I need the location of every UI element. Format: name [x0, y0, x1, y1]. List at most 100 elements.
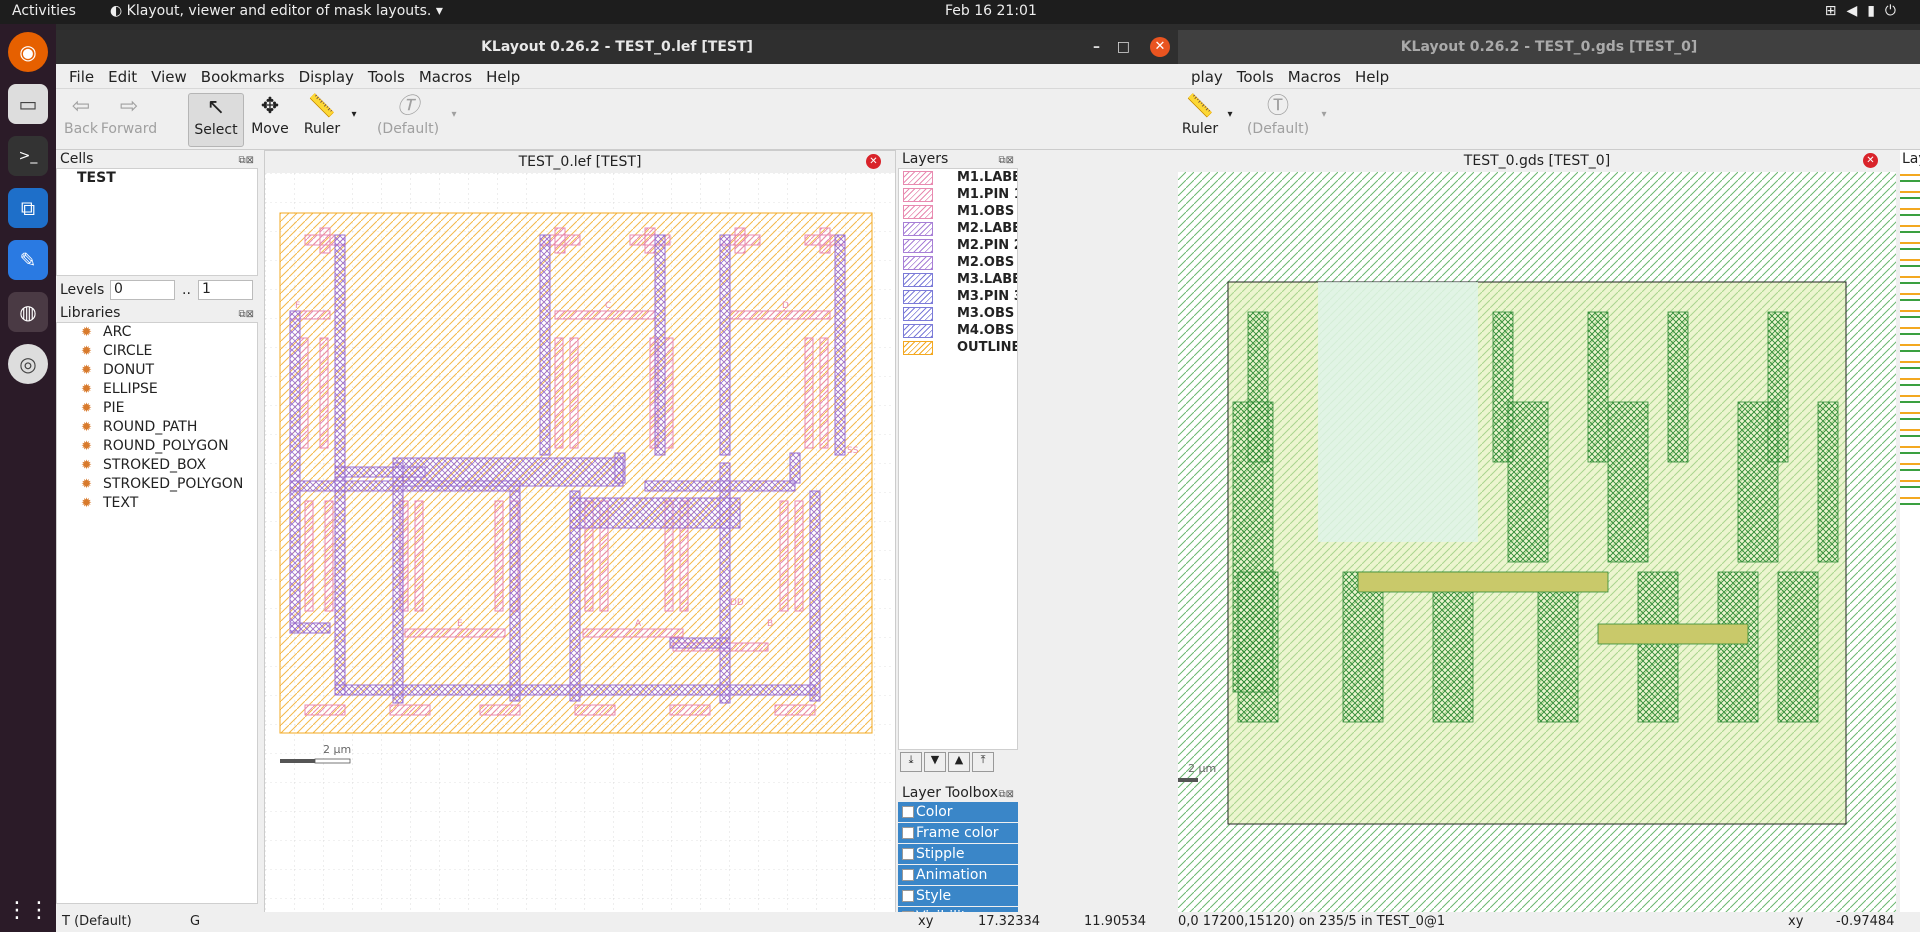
menu-tools[interactable]: Tools: [361, 64, 412, 88]
library-item[interactable]: ✹ STROKED_POLYGON: [57, 475, 257, 494]
library-item[interactable]: ✹ TEXT: [57, 494, 257, 513]
select-label: Select: [194, 122, 238, 138]
window-titlebar[interactable]: KLayout 0.26.2 - TEST_0.lef [TEST] – □ ✕: [56, 30, 1178, 64]
window-titlebar[interactable]: KLayout 0.26.2 - TEST_0.gds [TEST_0]: [1178, 30, 1920, 64]
menu-display-partial[interactable]: play: [1184, 64, 1230, 88]
library-item[interactable]: ✹ PIE: [57, 399, 257, 418]
disc-icon[interactable]: ◎: [8, 344, 48, 384]
close-tab-icon[interactable]: ✕: [1863, 153, 1878, 168]
toolbox-frame-color[interactable]: Frame color: [898, 823, 1018, 843]
layer-row[interactable]: M4.OBS 4/3: [899, 322, 1017, 339]
status-grid: G: [190, 914, 201, 929]
text-editor-icon[interactable]: ✎: [8, 240, 48, 280]
text-default-button[interactable]: Ⓣ (Default): [370, 93, 446, 145]
move-up-icon[interactable]: ▲: [948, 752, 970, 772]
layer-row[interactable]: M3.PIN 3/2: [899, 288, 1017, 305]
levels-to-spinbox[interactable]: 1: [198, 280, 253, 300]
library-item[interactable]: ✹ DONUT: [57, 361, 257, 380]
library-item-label: ARC: [103, 324, 132, 340]
label-f: F: [295, 301, 300, 311]
layout-view[interactable]: TEST_0.gds [TEST_0] ✕ 2 µm: [1178, 150, 1896, 914]
layer-row[interactable]: M1.LABEL ...: [899, 169, 1017, 186]
layer-swatches-partial: [1900, 168, 1920, 508]
vscode-icon[interactable]: ⧉: [8, 188, 48, 228]
library-item[interactable]: ✹ ARC: [57, 323, 257, 342]
layer-name: M3.LABEL ...: [957, 272, 1017, 287]
library-item[interactable]: ✹ CIRCLE: [57, 342, 257, 361]
view-tab[interactable]: TEST_0.gds [TEST_0] ✕: [1178, 150, 1896, 172]
layer-row[interactable]: M3.OBS 3/3: [899, 305, 1017, 322]
library-item[interactable]: ✹ STROKED_BOX: [57, 456, 257, 475]
menu-help[interactable]: Help: [479, 64, 527, 88]
library-item[interactable]: ✹ ROUND_PATH: [57, 418, 257, 437]
move-down-icon[interactable]: ▼: [924, 752, 946, 772]
ruler-button[interactable]: 📏 Ruler: [1178, 93, 1222, 145]
layer-row[interactable]: M2.OBS 2/3: [899, 254, 1017, 271]
clock[interactable]: Feb 16 21:01: [945, 3, 1037, 19]
show-apps-icon[interactable]: ⋮⋮: [6, 890, 50, 930]
menu-view[interactable]: View: [144, 64, 194, 88]
gear-icon: ✹: [81, 382, 92, 397]
app-menu[interactable]: ◐ Klayout, viewer and editor of mask lay…: [110, 3, 443, 19]
layer-row[interactable]: M2.LABEL ...: [899, 220, 1017, 237]
toolbox-animation[interactable]: Animation: [898, 865, 1018, 885]
layout-canvas[interactable]: 2 µm: [1178, 172, 1896, 912]
panel-float-close-icon[interactable]: ⧉⊠: [238, 152, 254, 170]
layer-name: M2.PIN 2/2: [957, 238, 1017, 253]
layer-row[interactable]: M2.PIN 2/2: [899, 237, 1017, 254]
layer-row[interactable]: M3.LABEL ...: [899, 271, 1017, 288]
maximize-icon[interactable]: □: [1117, 30, 1130, 64]
library-item[interactable]: ✹ ELLIPSE: [57, 380, 257, 399]
menu-edit[interactable]: Edit: [101, 64, 144, 88]
panel-float-close-icon[interactable]: ⧉⊠: [238, 306, 254, 324]
move-bottom-icon[interactable]: ⤓: [900, 752, 922, 772]
layout-view[interactable]: TEST_0.lef [TEST] ✕ F C D SS DD E A B 2 …: [264, 150, 896, 916]
cell-item-test[interactable]: TEST: [57, 169, 257, 187]
toolbox-color[interactable]: Color: [898, 802, 1018, 822]
move-top-icon[interactable]: ⤒: [972, 752, 994, 772]
layout-canvas[interactable]: F C D SS DD E A B 2 µm: [265, 173, 893, 913]
ruler-button[interactable]: 📏 Ruler: [298, 93, 346, 145]
files-icon[interactable]: ▭: [8, 84, 48, 124]
menu-macros[interactable]: Macros: [1281, 64, 1348, 88]
menu-bar: play Tools Macros Help: [1178, 64, 1920, 89]
status-bar: 0,0 17200,15120) on 235/5 in TEST_0@1 xy…: [1178, 912, 1920, 932]
terminal-icon[interactable]: >_: [8, 136, 48, 176]
firefox-icon[interactable]: ◉: [8, 32, 48, 72]
levels-from-spinbox[interactable]: 0: [110, 280, 175, 300]
system-tray[interactable]: ⊞◀▮⏻: [1825, 3, 1906, 19]
layer-swatch-icon: [903, 205, 933, 219]
status-mode: T (Default): [62, 914, 132, 929]
klayout-window-gds: KLayout 0.26.2 - TEST_0.gds [TEST_0] pla…: [1178, 30, 1920, 932]
library-item[interactable]: ✹ ROUND_POLYGON: [57, 437, 257, 456]
toolbox-style[interactable]: Style: [898, 886, 1018, 906]
move-button[interactable]: ✥ Move: [246, 93, 294, 145]
forward-button[interactable]: ⇨ Forward: [94, 93, 164, 145]
ruler-label: Ruler: [303, 121, 341, 137]
menu-tools[interactable]: Tools: [1230, 64, 1281, 88]
select-button[interactable]: ↖ Select: [188, 93, 244, 147]
close-tab-icon[interactable]: ✕: [866, 154, 881, 169]
label-a: A: [635, 619, 642, 629]
minimize-icon[interactable]: –: [1093, 30, 1100, 64]
layer-row[interactable]: M1.OBS 1/3: [899, 203, 1017, 220]
menu-bookmarks[interactable]: Bookmarks: [194, 64, 292, 88]
layer-name: M1.LABEL ...: [957, 170, 1017, 185]
close-window-icon[interactable]: ✕: [1150, 37, 1170, 57]
klayout-icon[interactable]: ◍: [8, 292, 48, 332]
text-default-button[interactable]: Ⓣ (Default): [1240, 93, 1316, 145]
menu-macros[interactable]: Macros: [412, 64, 479, 88]
menu-help[interactable]: Help: [1348, 64, 1396, 88]
library-item-label: ROUND_PATH: [103, 419, 198, 435]
status-x: -0.97484: [1836, 914, 1895, 929]
activities-button[interactable]: Activities: [12, 3, 76, 19]
menu-display[interactable]: Display: [292, 64, 361, 88]
toolbox-stipple[interactable]: Stipple: [898, 844, 1018, 864]
view-tab[interactable]: TEST_0.lef [TEST] ✕: [265, 151, 895, 173]
menu-file[interactable]: File: [62, 64, 101, 88]
layer-row[interactable]: M1.PIN 1/2: [899, 186, 1017, 203]
library-item-label: TEXT: [103, 495, 139, 511]
forward-arrow-icon: ⇨: [119, 94, 139, 119]
layer-row[interactable]: OUTLINE: [899, 339, 1017, 356]
layer-swatch-icon: [903, 273, 933, 287]
